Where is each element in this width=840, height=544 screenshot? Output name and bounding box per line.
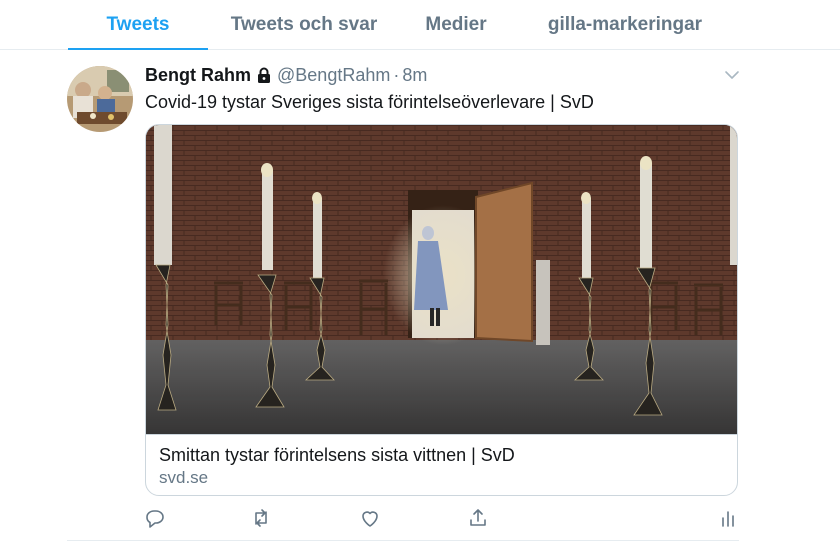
link-card[interactable]: Smittan tystar förintelsens sista vittne…: [145, 124, 738, 496]
profile-tabs: Tweets Tweets och svar Medier gilla-mark…: [0, 0, 840, 50]
lock-icon: [257, 67, 271, 83]
tab-tweets[interactable]: Tweets: [68, 0, 208, 50]
card-domain: svd.se: [159, 468, 209, 487]
avatar[interactable]: [67, 66, 133, 132]
author-handle[interactable]: @BengtRahm: [277, 65, 390, 86]
tweet-timestamp[interactable]: 8m: [402, 65, 427, 86]
analytics-icon[interactable]: [716, 506, 740, 530]
tab-tweets-and-replies[interactable]: Tweets och svar: [222, 0, 386, 50]
tweet-actions: [145, 506, 740, 532]
card-image: [146, 125, 737, 434]
chevron-down-icon[interactable]: [723, 66, 741, 84]
retweet-icon[interactable]: [249, 506, 273, 530]
tweet-text: Covid-19 tystar Sveriges sista förintels…: [145, 92, 594, 112]
card-footer: Smittan tystar förintelsens sista vittne…: [146, 434, 737, 495]
tweet-header: Bengt Rahm @BengtRahm · 8m: [145, 63, 427, 87]
share-icon[interactable]: [466, 506, 490, 530]
author-name[interactable]: Bengt Rahm: [145, 65, 251, 86]
separator-dot: ·: [393, 64, 400, 85]
tab-media[interactable]: Medier: [414, 0, 498, 50]
reply-icon[interactable]: [143, 506, 167, 530]
heart-icon[interactable]: [358, 506, 382, 530]
card-title: Smittan tystar förintelsens sista vittne…: [159, 445, 515, 465]
tab-likes[interactable]: gilla-markeringar: [538, 0, 712, 50]
avatar-photo: [67, 66, 133, 132]
tweet-divider: [67, 540, 739, 541]
